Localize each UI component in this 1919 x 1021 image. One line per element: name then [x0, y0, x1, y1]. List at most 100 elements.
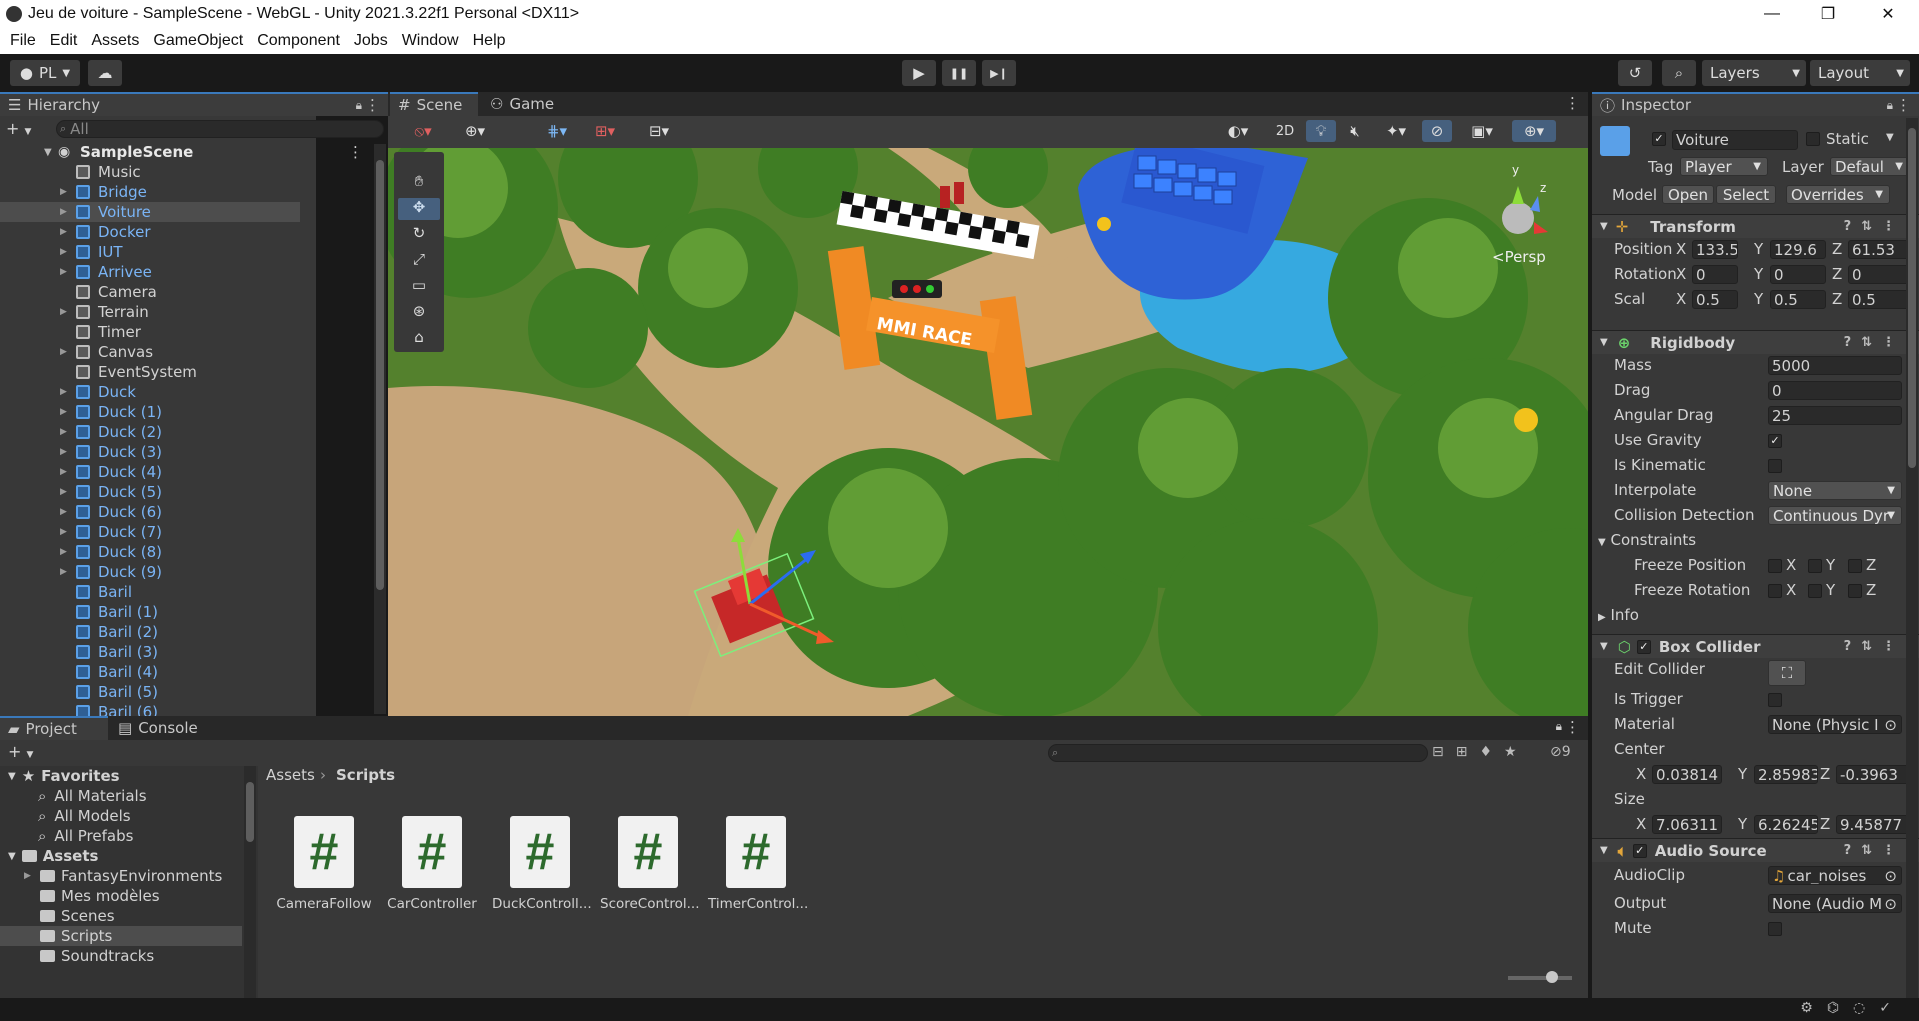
hierarchy-row[interactable]: ▶ Duck (8) — [0, 542, 300, 562]
hierarchy-row[interactable]: Baril (1) — [0, 602, 300, 622]
vector-component-field[interactable]: 129.6 — [1770, 240, 1826, 259]
vector-component-field[interactable]: 61.53 — [1848, 240, 1912, 259]
search-icon[interactable]: ⌕ — [1662, 60, 1696, 86]
script-asset[interactable]: # CarController — [384, 816, 480, 912]
chevron-right-icon[interactable]: ▶ — [60, 407, 67, 417]
hidden-objects-icon[interactable]: ⊘ — [1422, 120, 1452, 142]
gizmos-icon[interactable]: ⊕▾ — [1512, 120, 1556, 142]
assets-row[interactable]: ▼ Assets — [8, 846, 98, 866]
hierarchy-row[interactable]: ▶ Duck — [0, 382, 300, 402]
menu-gameobject[interactable]: GameObject — [153, 32, 243, 50]
scene-render[interactable]: MMI RACE y z <Persp — [388, 148, 1588, 716]
move-tool-icon[interactable]: ✥ — [398, 198, 440, 220]
script-asset[interactable]: # CameraFollow — [276, 816, 372, 912]
draw-mode-icon[interactable]: ◐▾ — [1214, 120, 1262, 142]
chevron-right-icon[interactable]: ▶ — [60, 507, 67, 517]
snap-increment-icon[interactable]: ⊞▾ — [584, 120, 626, 142]
hierarchy-row[interactable]: ▶ Duck (9) — [0, 562, 300, 582]
effects-icon[interactable]: ✦▾ — [1374, 120, 1418, 142]
hierarchy-row[interactable]: ▶ Duck (2) — [0, 422, 300, 442]
chevron-down-icon[interactable]: ▼ — [1600, 641, 1608, 652]
cloud-icon[interactable]: ☁ — [88, 60, 122, 86]
hierarchy-row[interactable]: Baril (4) — [0, 662, 300, 682]
account-button[interactable]: ● PL ▼ — [10, 60, 80, 86]
constraints-row[interactable]: ▼ Constraints — [1598, 531, 1696, 549]
create-asset-button[interactable]: + ▼ — [8, 742, 42, 762]
freeze-checkbox[interactable] — [1768, 559, 1782, 573]
grid-snapping-icon[interactable]: ⋕▾ — [536, 120, 578, 142]
custom-tool-icon[interactable]: ⌂ — [398, 328, 440, 350]
chevron-down-icon[interactable]: ▼ — [44, 147, 52, 158]
hierarchy-search-input[interactable]: ⌕ All — [56, 120, 384, 138]
static-checkbox[interactable] — [1806, 132, 1820, 146]
interpolate-dropdown[interactable]: None ▼ — [1768, 481, 1902, 500]
persp-label[interactable]: <Persp — [1492, 248, 1546, 266]
audio-source-enabled-checkbox[interactable]: ✓ — [1632, 843, 1647, 858]
global-tool-icon[interactable]: ⊕▾ — [454, 120, 496, 142]
output-field[interactable]: None (Audio M ⊙ — [1768, 894, 1902, 913]
hierarchy-row[interactable]: Camera — [0, 282, 300, 302]
tab-game[interactable]: ⚇ Game — [482, 92, 562, 116]
favorite-item[interactable]: ⌕ All Materials — [38, 786, 147, 806]
lock-icon[interactable]: 🔒︎ — [1887, 98, 1893, 113]
hierarchy-row[interactable]: EventSystem — [0, 362, 300, 382]
info-row[interactable]: ▶ Info — [1598, 606, 1639, 624]
zoom-slider-handle[interactable] — [1546, 971, 1558, 983]
object-name-field[interactable]: Voiture — [1672, 130, 1798, 150]
layers-dropdown[interactable]: Layers ▼ — [1702, 60, 1806, 86]
chevron-right-icon[interactable]: ▶ — [60, 267, 67, 277]
status-icons[interactable]: ⚙⌬◌✓ — [1800, 1000, 1905, 1016]
chevron-down-icon[interactable]: ▼ — [1600, 221, 1608, 232]
hierarchy-row[interactable]: ▶ Duck (4) — [0, 462, 300, 482]
hidden-packages-toggle[interactable]: ⊘9 — [1550, 744, 1571, 760]
freeze-checkbox[interactable] — [1848, 584, 1862, 598]
kebab-menu-icon[interactable]: ⋮ — [348, 143, 363, 161]
hierarchy-row[interactable]: ▶ Duck (1) — [0, 402, 300, 422]
menu-window[interactable]: Window — [402, 32, 459, 50]
freeze-checkbox[interactable] — [1768, 584, 1782, 598]
mute-checkbox[interactable] — [1768, 922, 1782, 936]
add-button[interactable]: + ▼ — [6, 119, 40, 139]
layer-dropdown[interactable]: Defaul ▼ — [1830, 157, 1910, 176]
folder-item[interactable]: Scripts — [0, 926, 242, 946]
edit-collider-button[interactable]: ⛶ — [1768, 660, 1806, 686]
active-checkbox[interactable]: ✓ — [1652, 132, 1666, 146]
component-header-icons[interactable]: ?⇅⋮ — [1844, 219, 1905, 234]
menu-jobs[interactable]: Jobs — [354, 32, 388, 50]
toggle-2d-button[interactable]: 2D — [1268, 120, 1302, 142]
lock-icon[interactable]: 🔒︎ — [1556, 719, 1562, 734]
hierarchy-row[interactable]: Baril — [0, 582, 300, 602]
lock-icon[interactable]: 🔒︎ — [356, 98, 362, 113]
close-button[interactable]: ✕ — [1860, 0, 1916, 28]
hierarchy-scrollbar[interactable] — [374, 144, 386, 714]
chevron-right-icon[interactable]: ▶ — [60, 467, 67, 477]
vector-component-field[interactable]: 7.06311 — [1652, 815, 1722, 834]
hierarchy-row[interactable]: ▶ Duck (5) — [0, 482, 300, 502]
box-collider-header[interactable]: ▼ ⬡ ✓ Box Collider ?⇅⋮ — [1592, 634, 1919, 658]
chevron-right-icon[interactable]: ▶ — [60, 187, 67, 197]
freeze-checkbox[interactable] — [1848, 559, 1862, 573]
tree-scrollbar[interactable] — [244, 766, 256, 998]
angular-drag-field[interactable]: 25 — [1768, 406, 1902, 425]
audio-clip-field[interactable]: ♫ car_noises ⊙ — [1768, 866, 1902, 885]
scale-tool-icon[interactable]: ⤢ — [398, 250, 440, 272]
folder-item[interactable]: Soundtracks — [0, 946, 242, 966]
zoom-slider[interactable] — [1508, 971, 1572, 983]
play-button[interactable]: ▶ — [902, 60, 936, 86]
tab-inspector[interactable]: ⓘ Inspector 🔒︎ ⋮ — [1592, 92, 1919, 116]
breadcrumb-assets[interactable]: Assets — [266, 766, 315, 784]
scrollbar-thumb[interactable] — [1908, 128, 1916, 468]
component-header-icons[interactable]: ?⇅⋮ — [1844, 639, 1905, 654]
kebab-menu-icon[interactable]: ⋮ — [1565, 718, 1580, 736]
inspector-scrollbar[interactable] — [1906, 118, 1918, 998]
chevron-right-icon[interactable]: ▶ — [60, 427, 67, 437]
tab-console[interactable]: ▤ Console — [110, 716, 218, 740]
vector-component-field[interactable]: 0.5 — [1848, 290, 1912, 309]
chevron-down-icon[interactable]: ▼ — [1886, 132, 1894, 143]
vector-component-field[interactable]: 0.03814 — [1652, 765, 1722, 784]
kebab-menu-icon[interactable]: ⋮ — [1565, 94, 1580, 112]
component-header-icons[interactable]: ?⇅⋮ — [1844, 843, 1905, 858]
chevron-right-icon[interactable]: ▶ — [60, 207, 67, 217]
hierarchy-row[interactable]: ▶ Docker — [0, 222, 300, 242]
chevron-right-icon[interactable]: ▶ — [60, 387, 67, 397]
